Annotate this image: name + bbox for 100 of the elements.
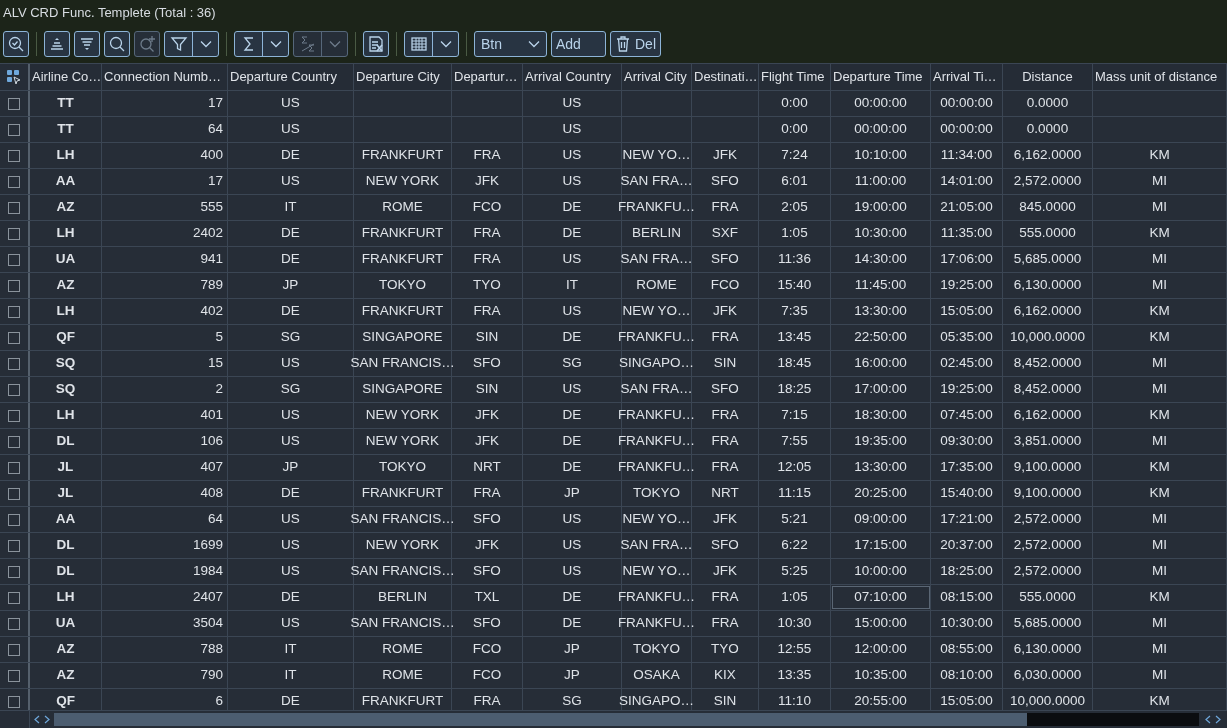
table-cell: SAN FRA… xyxy=(622,377,692,402)
column-header[interactable]: Departure Country xyxy=(228,64,354,90)
table-row[interactable]: JL 408 DE FRANKFURT FRA JP TOKYO NRT 11:15 20:25:00 15:40:00 9,100.0000 KM xyxy=(0,481,1227,507)
row-checkbox[interactable] xyxy=(8,513,20,526)
table-cell: DE xyxy=(228,481,354,506)
table-cell: TOKYO xyxy=(354,273,452,298)
column-header[interactable]: Departur… xyxy=(452,64,523,90)
caret-icon xyxy=(269,40,282,48)
table-cell: 21:05:00 xyxy=(931,195,1003,220)
row-checkbox[interactable] xyxy=(8,201,20,214)
table-cell: MI xyxy=(1093,377,1227,402)
column-header[interactable]: Arrival Ti… xyxy=(931,64,1003,90)
table-cell: US xyxy=(228,91,354,116)
delete-button[interactable]: Del xyxy=(610,31,661,57)
scroll-left-icon[interactable] xyxy=(1205,715,1211,724)
table-cell: 2 xyxy=(102,377,228,402)
table-cell: JFK xyxy=(692,299,759,324)
table-row[interactable]: SQ 2 SG SINGAPORE SIN US SAN FRA… SFO 18:25 17:00:00 19:25:00 8,452.0000 MI xyxy=(0,377,1227,403)
table-row[interactable]: AZ 790 IT ROME FCO JP OSAKA KIX 13:35 10:35:00 08:10:00 6,030.0000 MI xyxy=(0,663,1227,689)
row-checkbox[interactable] xyxy=(8,565,20,578)
sort-descending-button[interactable] xyxy=(74,31,100,57)
table-row[interactable]: AA 17 US NEW YORK JFK US SAN FRA… SFO 6:01 11:00:00 14:01:00 2,572.0000 MI xyxy=(0,169,1227,195)
scroll-right-icon[interactable] xyxy=(1215,715,1221,724)
table-cell: 12:00:00 xyxy=(831,637,931,662)
table-cell: LH xyxy=(30,221,102,246)
row-checkbox[interactable] xyxy=(8,123,20,136)
column-header[interactable]: Airline Co… xyxy=(30,64,102,90)
table-cell: US xyxy=(523,507,622,532)
table-cell: FRA xyxy=(692,429,759,454)
row-checkbox[interactable] xyxy=(8,227,20,240)
add-button[interactable]: Add xyxy=(551,31,606,57)
row-checkbox[interactable] xyxy=(8,305,20,318)
table-cell: 5,685.0000 xyxy=(1003,611,1093,636)
row-checkbox[interactable] xyxy=(8,695,20,708)
row-checkbox[interactable] xyxy=(8,539,20,552)
table-cell: KM xyxy=(1093,221,1227,246)
row-checkbox[interactable] xyxy=(8,461,20,474)
table-cell: 2407 xyxy=(102,585,228,610)
sort-ascending-button[interactable] xyxy=(44,31,70,57)
table-row[interactable]: LH 402 DE FRANKFURT FRA US NEW YO… JFK 7:35 13:30:00 15:05:00 6,162.0000 KM xyxy=(0,299,1227,325)
table-row[interactable]: AZ 789 JP TOKYO TYO IT ROME FCO 15:40 11:45:00 19:25:00 6,130.0000 MI xyxy=(0,273,1227,299)
table-cell: 13:45 xyxy=(759,325,831,350)
zoom-button[interactable] xyxy=(3,31,29,57)
grid-layout-icon xyxy=(409,35,428,53)
row-checkbox[interactable] xyxy=(8,643,20,656)
scroll-right-icon[interactable] xyxy=(44,715,50,724)
table-cell: FRA xyxy=(692,195,759,220)
column-header[interactable]: Mass unit of distance xyxy=(1093,64,1227,90)
table-cell: SFO xyxy=(452,351,523,376)
table-row[interactable]: AZ 788 IT ROME FCO JP TOKYO TYO 12:55 12:00:00 08:55:00 6,130.0000 MI xyxy=(0,637,1227,663)
row-checkbox[interactable] xyxy=(8,617,20,630)
row-checkbox[interactable] xyxy=(8,175,20,188)
table-cell: BERLIN xyxy=(622,221,692,246)
dropdown-button[interactable]: Btn xyxy=(474,31,547,57)
row-checkbox[interactable] xyxy=(8,331,20,344)
table-cell: SAN FRA… xyxy=(622,169,692,194)
row-checkbox[interactable] xyxy=(8,253,20,266)
row-checkbox[interactable] xyxy=(8,487,20,500)
row-checkbox[interactable] xyxy=(8,409,20,422)
row-checkbox[interactable] xyxy=(8,669,20,682)
table-cell: NEW YO… xyxy=(622,559,692,584)
table-row[interactable]: UA 941 DE FRANKFURT FRA US SAN FRA… SFO 11:36 14:30:00 17:06:00 5,685.0000 MI xyxy=(0,247,1227,273)
row-checkbox[interactable] xyxy=(8,435,20,448)
table-cell: IT xyxy=(228,637,354,662)
row-checkbox[interactable] xyxy=(8,357,20,370)
scroll-left-icon[interactable] xyxy=(34,715,40,724)
table-cell: JP xyxy=(523,637,622,662)
row-checkbox[interactable] xyxy=(8,591,20,604)
scrollbar-thumb[interactable] xyxy=(54,713,1027,726)
table-cell: TYO xyxy=(692,637,759,662)
table-cell: 6,162.0000 xyxy=(1003,403,1093,428)
table-cell: FRANKFURT xyxy=(354,143,452,168)
select-all-icon[interactable] xyxy=(6,69,22,85)
column-header[interactable]: Flight Time xyxy=(759,64,831,90)
column-header[interactable]: Destinati… xyxy=(692,64,759,90)
row-checkbox[interactable] xyxy=(8,279,20,292)
row-checkbox[interactable] xyxy=(8,97,20,110)
filter-icon xyxy=(169,35,188,53)
table-cell: FRANKFURT xyxy=(354,481,452,506)
table-cell: 11:34:00 xyxy=(931,143,1003,168)
row-checkbox[interactable] xyxy=(8,383,20,396)
table-row[interactable]: TT 64 US US 0:00 00:00:00 00:00:00 0.0000 xyxy=(0,117,1227,143)
table-cell: LH xyxy=(30,585,102,610)
spreadsheet-export-button[interactable] xyxy=(363,31,389,57)
table-row[interactable]: TT 17 US US 0:00 00:00:00 00:00:00 0.0000 xyxy=(0,91,1227,117)
column-header[interactable]: Arrival Country xyxy=(523,64,622,90)
table-cell: 5 xyxy=(102,325,228,350)
row-checkbox[interactable] xyxy=(8,149,20,162)
scrollbar-track[interactable] xyxy=(54,713,1199,726)
column-header[interactable]: Departure City xyxy=(354,64,452,90)
search-button[interactable] xyxy=(104,31,130,57)
table-row[interactable]: DL 1699 US NEW YORK JFK US SAN FRA… SFO 6:22 17:15:00 20:37:00 2,572.0000 MI xyxy=(0,533,1227,559)
table-cell: MI xyxy=(1093,637,1227,662)
table-cell: FRA xyxy=(692,403,759,428)
column-header[interactable]: Connection Numb… xyxy=(102,64,228,90)
table-row[interactable]: LH 400 DE FRANKFURT FRA US NEW YO… JFK 7:24 10:10:00 11:34:00 6,162.0000 KM xyxy=(0,143,1227,169)
table-row[interactable]: LH 2402 DE FRANKFURT FRA DE BERLIN SXF 1:05 10:30:00 11:35:00 555.0000 KM xyxy=(0,221,1227,247)
table-cell: 15:40 xyxy=(759,273,831,298)
column-header[interactable]: Departure Time xyxy=(831,64,931,90)
column-header[interactable]: Arrival City xyxy=(622,64,692,90)
